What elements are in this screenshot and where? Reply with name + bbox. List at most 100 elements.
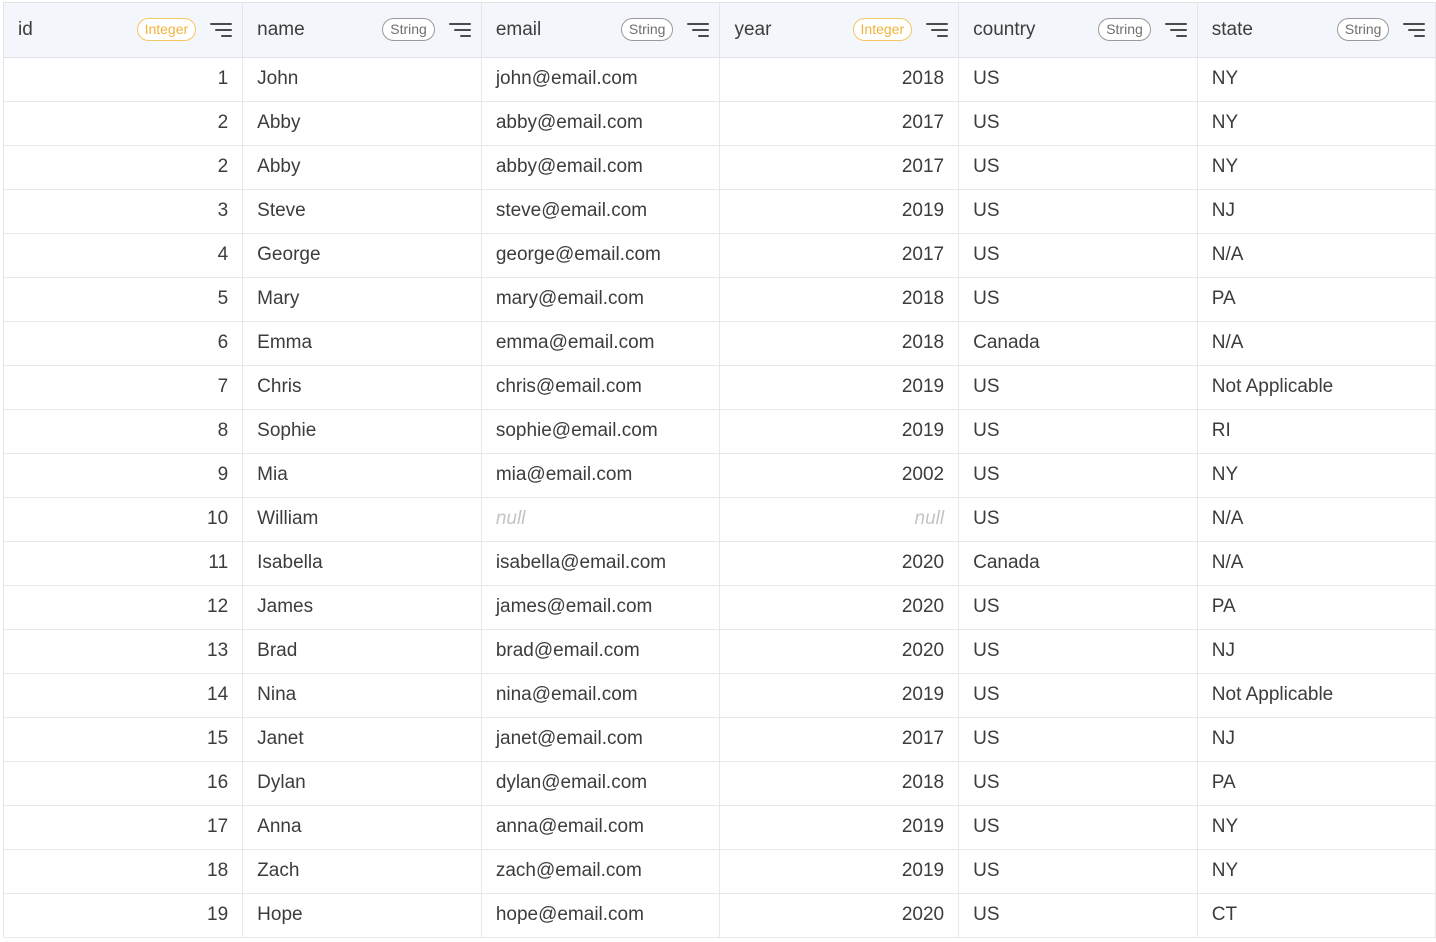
cell-email[interactable]: mary@email.com xyxy=(481,277,721,322)
table-row[interactable]: 3 Steve steve@email.com 2019 US NJ xyxy=(4,189,1436,234)
cell-id[interactable]: 17 xyxy=(4,805,244,850)
cell-state[interactable]: NY xyxy=(1197,145,1436,190)
cell-id[interactable]: 18 xyxy=(4,849,244,894)
cell-name[interactable]: Mary xyxy=(242,277,482,322)
cell-state[interactable]: CT xyxy=(1197,893,1436,938)
cell-id[interactable]: 1 xyxy=(4,57,244,102)
cell-state[interactable]: NY xyxy=(1197,849,1436,894)
cell-name[interactable]: William xyxy=(242,497,482,542)
table-row[interactable]: 7 Chris chris@email.com 2019 US Not Applicabl… xyxy=(4,365,1436,410)
cell-country[interactable]: US xyxy=(958,805,1198,850)
column-header-name[interactable]: name String xyxy=(242,3,482,58)
table-row[interactable]: 18 Zach zach@email.com 2019 US NY xyxy=(4,849,1436,894)
cell-name[interactable]: Chris xyxy=(242,365,482,410)
cell-year[interactable]: 2019 xyxy=(719,849,960,894)
cell-id[interactable]: 11 xyxy=(4,541,244,586)
cell-country[interactable]: US xyxy=(958,453,1198,498)
table-row[interactable]: 10 William null null US N/A xyxy=(4,497,1436,542)
cell-state[interactable]: NY xyxy=(1197,101,1436,146)
cell-country[interactable]: US xyxy=(958,717,1198,762)
cell-id[interactable]: 15 xyxy=(4,717,244,762)
table-row[interactable]: 12 James james@email.com 2020 US PA xyxy=(4,585,1436,630)
cell-country[interactable]: US xyxy=(958,101,1198,146)
cell-state[interactable]: N/A xyxy=(1197,497,1436,542)
cell-email[interactable]: mia@email.com xyxy=(481,453,721,498)
table-row[interactable]: 2 Abby abby@email.com 2017 US NY xyxy=(4,145,1436,190)
table-row[interactable]: 4 George george@email.com 2017 US N/A xyxy=(4,233,1436,278)
cell-state[interactable]: Not Applicable xyxy=(1197,673,1436,718)
cell-id[interactable]: 8 xyxy=(4,409,244,454)
cell-name[interactable]: Sophie xyxy=(242,409,482,454)
cell-year[interactable]: 2020 xyxy=(719,585,960,630)
table-row[interactable]: 1 John john@email.com 2018 US NY xyxy=(4,57,1436,102)
cell-id[interactable]: 19 xyxy=(4,893,244,938)
cell-country[interactable]: US xyxy=(958,673,1198,718)
cell-name[interactable]: Janet xyxy=(242,717,482,762)
cell-id[interactable]: 3 xyxy=(4,189,244,234)
cell-country[interactable]: US xyxy=(958,277,1198,322)
sort-lines-icon[interactable] xyxy=(926,21,949,39)
cell-email[interactable]: james@email.com xyxy=(481,585,721,630)
cell-state[interactable]: Not Applicable xyxy=(1197,365,1436,410)
cell-email[interactable]: nina@email.com xyxy=(481,673,721,718)
cell-id[interactable]: 7 xyxy=(4,365,244,410)
cell-state[interactable]: NJ xyxy=(1197,189,1436,234)
cell-email[interactable]: null xyxy=(481,497,721,542)
cell-email[interactable]: john@email.com xyxy=(481,57,721,102)
table-row[interactable]: 5 Mary mary@email.com 2018 US PA xyxy=(4,277,1436,322)
cell-name[interactable]: James xyxy=(242,585,482,630)
table-row[interactable]: 15 Janet janet@email.com 2017 US NJ xyxy=(4,717,1436,762)
sort-lines-icon[interactable] xyxy=(448,21,471,39)
cell-country[interactable]: Canada xyxy=(958,541,1198,586)
cell-country[interactable]: US xyxy=(958,57,1198,102)
cell-name[interactable]: Brad xyxy=(242,629,482,674)
cell-country[interactable]: US xyxy=(958,849,1198,894)
cell-id[interactable]: 9 xyxy=(4,453,244,498)
cell-country[interactable]: US xyxy=(958,629,1198,674)
cell-year[interactable]: 2018 xyxy=(719,57,960,102)
cell-country[interactable]: Canada xyxy=(958,321,1198,366)
sort-lines-icon[interactable] xyxy=(687,21,710,39)
cell-id[interactable]: 13 xyxy=(4,629,244,674)
cell-email[interactable]: isabella@email.com xyxy=(481,541,721,586)
cell-year[interactable]: 2017 xyxy=(719,101,960,146)
cell-state[interactable]: N/A xyxy=(1197,233,1436,278)
sort-lines-icon[interactable] xyxy=(1164,21,1187,39)
cell-email[interactable]: hope@email.com xyxy=(481,893,721,938)
cell-year[interactable]: 2019 xyxy=(719,805,960,850)
cell-name[interactable]: Mia xyxy=(242,453,482,498)
table-row[interactable]: 11 Isabella isabella@email.com 2020 Canada N/… xyxy=(4,541,1436,586)
cell-country[interactable]: US xyxy=(958,497,1198,542)
table-row[interactable]: 16 Dylan dylan@email.com 2018 US PA xyxy=(4,761,1436,806)
cell-state[interactable]: PA xyxy=(1197,585,1436,630)
cell-name[interactable]: Hope xyxy=(242,893,482,938)
cell-country[interactable]: US xyxy=(958,761,1198,806)
cell-email[interactable]: steve@email.com xyxy=(481,189,721,234)
cell-name[interactable]: Zach xyxy=(242,849,482,894)
cell-email[interactable]: brad@email.com xyxy=(481,629,721,674)
cell-email[interactable]: janet@email.com xyxy=(481,717,721,762)
cell-year[interactable]: 2017 xyxy=(719,717,960,762)
cell-state[interactable]: RI xyxy=(1197,409,1436,454)
cell-name[interactable]: Abby xyxy=(242,101,482,146)
cell-country[interactable]: US xyxy=(958,585,1198,630)
cell-state[interactable]: PA xyxy=(1197,277,1436,322)
cell-id[interactable]: 12 xyxy=(4,585,244,630)
cell-country[interactable]: US xyxy=(958,365,1198,410)
cell-year[interactable]: 2018 xyxy=(719,761,960,806)
cell-year[interactable]: null xyxy=(719,497,960,542)
table-row[interactable]: 9 Mia mia@email.com 2002 US NY xyxy=(4,453,1436,498)
cell-state[interactable]: NY xyxy=(1197,805,1436,850)
cell-name[interactable]: George xyxy=(242,233,482,278)
cell-year[interactable]: 2017 xyxy=(719,145,960,190)
cell-year[interactable]: 2017 xyxy=(719,233,960,278)
cell-year[interactable]: 2019 xyxy=(719,409,960,454)
table-row[interactable]: 6 Emma emma@email.com 2018 Canada N/A xyxy=(4,321,1436,366)
cell-email[interactable]: chris@email.com xyxy=(481,365,721,410)
cell-email[interactable]: anna@email.com xyxy=(481,805,721,850)
table-row[interactable]: 13 Brad brad@email.com 2020 US NJ xyxy=(4,629,1436,674)
cell-year[interactable]: 2020 xyxy=(719,893,960,938)
cell-name[interactable]: Dylan xyxy=(242,761,482,806)
column-header-email[interactable]: email String xyxy=(481,3,721,58)
cell-year[interactable]: 2020 xyxy=(719,541,960,586)
